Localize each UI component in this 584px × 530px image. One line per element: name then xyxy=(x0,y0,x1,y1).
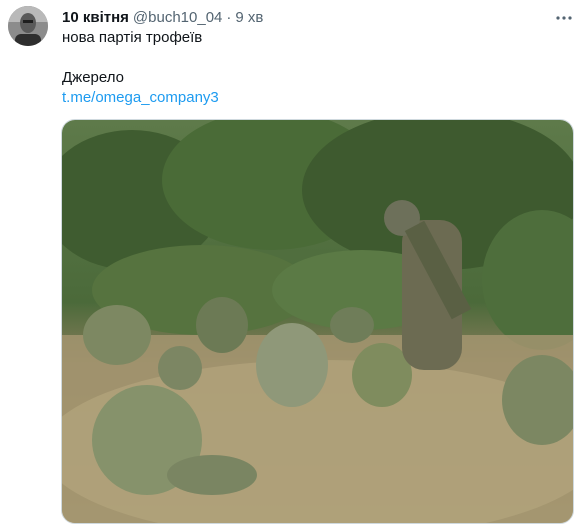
timestamp[interactable]: 9 хв xyxy=(235,8,263,28)
tweet-photo[interactable] xyxy=(61,119,574,524)
more-options-button[interactable] xyxy=(554,8,574,28)
author-handle[interactable]: @buch10_04 xyxy=(133,8,222,28)
separator-dot: · xyxy=(226,9,232,26)
source-label: Джерело xyxy=(62,69,124,86)
tweet[interactable]: 10 квітня @buch10_04 · 9 хв нова партія … xyxy=(0,0,584,530)
author-name[interactable]: 10 квітня xyxy=(62,8,129,28)
more-dots-icon xyxy=(556,16,572,20)
tweet-text: нова партія трофеїв xyxy=(62,29,203,46)
source-link[interactable]: t.me/omega_company3 xyxy=(62,88,219,108)
avatar[interactable] xyxy=(8,6,48,46)
tweet-header: 10 квітня @buch10_04 · 9 хв xyxy=(62,8,263,28)
